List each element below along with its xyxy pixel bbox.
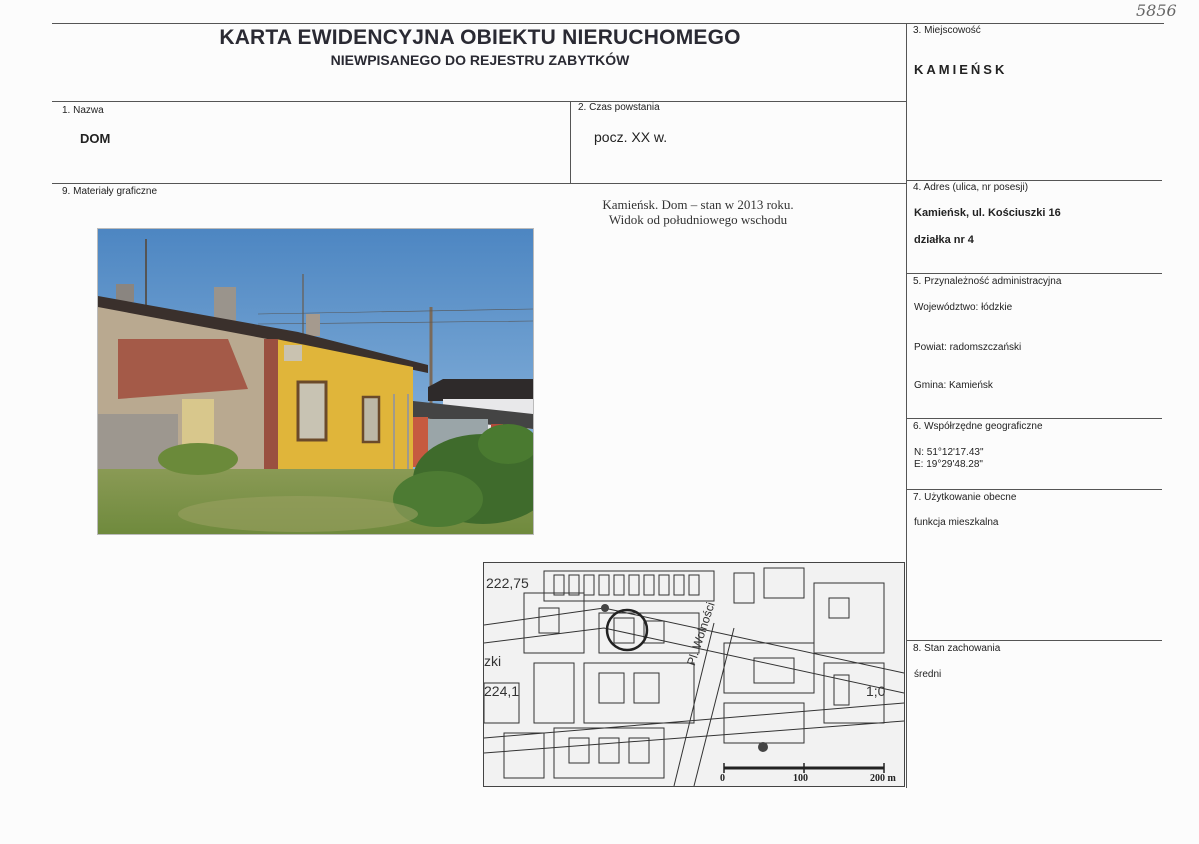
address-bottom-rule xyxy=(906,273,1162,274)
scale-label-200: 200 m xyxy=(870,773,896,784)
name-value: DOM xyxy=(80,131,111,146)
name-label: 1. Nazwa xyxy=(62,105,104,116)
map-label-street: zki xyxy=(484,653,502,669)
place-label: 3. Miejscowość xyxy=(913,25,981,36)
photo-caption-line2: Widok od południowego wschodu xyxy=(608,212,788,227)
photo-caption-line1: Kamieńsk. Dom – stan w 2013 roku. xyxy=(602,197,794,212)
cadastral-map: 222,75 zki 224,1 Pl. Wolności 1;0 0 100 … xyxy=(483,562,905,787)
scale-label-100: 100 xyxy=(793,773,808,784)
coords-bottom-rule xyxy=(906,489,1162,490)
place-value: KAMIEŃSK xyxy=(914,62,1008,77)
name-bottom-rule xyxy=(52,183,907,184)
top-rule xyxy=(52,23,1164,24)
date-label: 2. Czas powstania xyxy=(578,102,660,113)
map-label-elevation-2: 224,1 xyxy=(484,683,520,699)
right-column-divider xyxy=(906,23,907,788)
graphics-label: 9. Materiały graficzne xyxy=(62,186,158,197)
coords-e: E: 19°29'48.28" xyxy=(914,459,983,470)
map-label-point: 1;0 xyxy=(866,683,886,699)
place-bottom-rule xyxy=(906,180,1162,181)
admin-bottom-rule xyxy=(906,418,1162,419)
condition-value: średni xyxy=(914,669,942,680)
coords-label: 6. Współrzędne geograficzne xyxy=(913,421,1043,432)
card-title: KARTA EWIDENCYJNA OBIEKTU NIERUCHOMEGO xyxy=(219,26,741,49)
usage-bottom-rule xyxy=(906,640,1162,641)
address-line1: Kamieńsk, ul. Kościuszki 16 xyxy=(914,207,1061,219)
admin-label: 5. Przynależność administracyjna xyxy=(913,276,1062,287)
map-label-elevation-1: 222,75 xyxy=(486,575,529,591)
admin-voivodeship: Województwo: łódzkie xyxy=(914,302,1013,313)
record-card: 5856 KARTA EWIDENCYJNA OBIEKTU NIERUCHOM… xyxy=(0,0,1199,844)
header-bottom-rule xyxy=(52,101,907,102)
archive-number: 5856 xyxy=(1136,1,1177,20)
scale-label-0: 0 xyxy=(720,773,725,784)
usage-value: funkcja mieszkalna xyxy=(914,517,999,528)
card-subtitle: NIEWPISANEGO DO REJESTRU ZABYTKÓW xyxy=(330,52,630,68)
usage-label: 7. Użytkowanie obecne xyxy=(913,492,1017,503)
admin-commune: Gmina: Kamieńsk xyxy=(914,380,993,391)
name-date-divider xyxy=(570,101,571,183)
photo-caption: Kamieńsk. Dom – stan w 2013 roku. Widok … xyxy=(580,197,816,227)
house-photo xyxy=(97,228,534,535)
date-value: pocz. XX w. xyxy=(594,129,668,145)
address-line2: działka nr 4 xyxy=(914,234,974,246)
coords-n: N: 51°12'17.43" xyxy=(914,447,984,458)
condition-label: 8. Stan zachowania xyxy=(913,643,1001,654)
address-label: 4. Adres (ulica, nr posesji) xyxy=(913,182,1029,193)
admin-county: Powiat: radomszczański xyxy=(914,342,1022,353)
